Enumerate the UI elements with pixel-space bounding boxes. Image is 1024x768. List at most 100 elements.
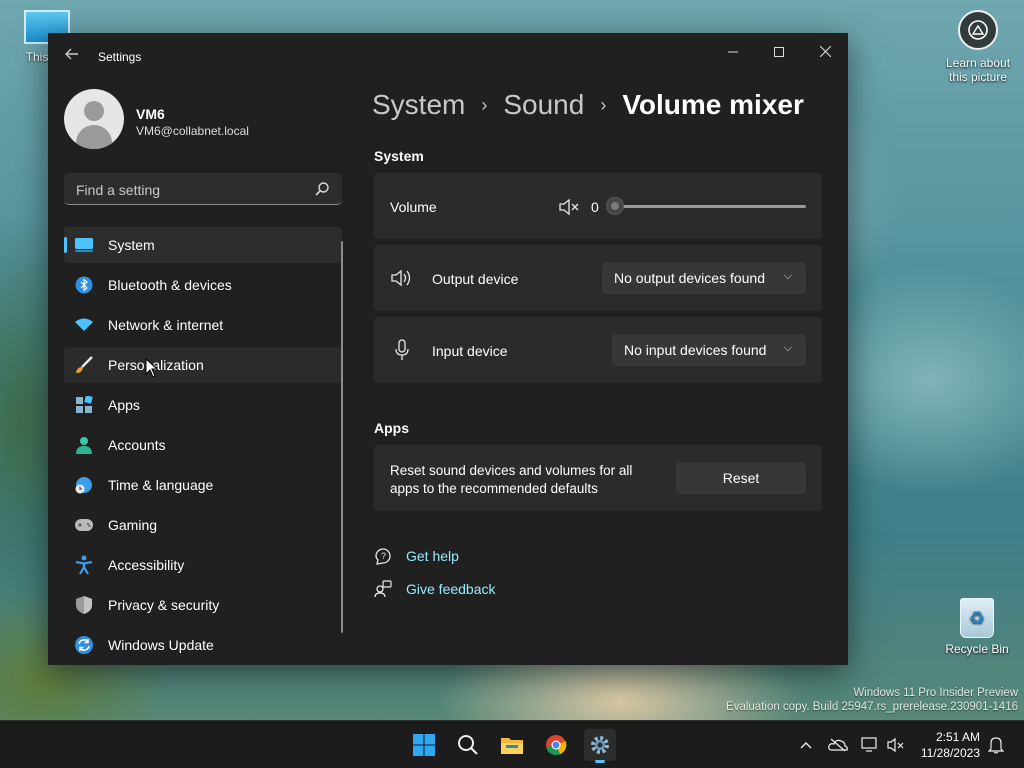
chevron-up-icon[interactable] [796, 735, 816, 755]
search-input[interactable] [74, 179, 308, 201]
chrome-button[interactable] [540, 729, 572, 761]
sidebar-item-privacy[interactable]: Privacy & security [64, 587, 342, 623]
gear-icon [591, 736, 609, 754]
sidebar-item-personalization[interactable]: Personalization [64, 347, 342, 383]
settings-window: Settings VM6 VM6@collabnet.local System … [48, 33, 848, 665]
sidebar-item-label: Apps [108, 397, 140, 413]
start-button[interactable] [408, 729, 440, 761]
minimize-icon [728, 51, 738, 53]
system-clock[interactable]: 2:51 AM 11/28/2023 [921, 729, 980, 761]
sidebar-item-apps[interactable]: Apps [64, 387, 342, 423]
minimize-button[interactable] [710, 37, 756, 67]
accounts-icon [74, 435, 94, 455]
input-device-card: Input device No input devices found ⌵ [374, 317, 822, 383]
maximize-button[interactable] [756, 37, 802, 67]
sidebar-item-time-language[interactable]: Time & language [64, 467, 342, 503]
get-help-link[interactable]: ? Get help [374, 547, 459, 565]
title-bar[interactable]: Settings [48, 33, 848, 79]
windows-logo-icon [413, 734, 435, 756]
back-arrow-icon[interactable] [62, 47, 82, 67]
chevron-down-icon: ⌵ [783, 270, 792, 282]
volume-muted-icon[interactable] [886, 735, 906, 755]
watermark-build: Evaluation copy. Build 25947.rs_prerelea… [726, 701, 1018, 713]
input-device-label: Input device [432, 343, 508, 359]
help-icon: ? [374, 547, 392, 565]
update-icon [74, 635, 94, 655]
sidebar-item-accessibility[interactable]: Accessibility [64, 547, 342, 583]
speaker-icon [390, 268, 414, 288]
reset-button[interactable]: Reset [676, 462, 806, 494]
mute-speaker-icon[interactable] [558, 197, 580, 217]
reset-description-line2: apps to the recommended defaults [390, 481, 598, 496]
breadcrumb-chevron-icon: › [600, 94, 607, 115]
sidebar-item-windows-update[interactable]: Windows Update [64, 627, 342, 663]
sidebar-item-accounts[interactable]: Accounts [64, 427, 342, 463]
avatar [64, 89, 124, 149]
output-device-card: Output device No output devices found ⌵ [374, 245, 822, 311]
input-device-dropdown[interactable]: No input devices found ⌵ [612, 334, 806, 366]
breadcrumb-sound[interactable]: Sound [503, 89, 584, 121]
system-icon [74, 235, 94, 255]
apps-icon [74, 395, 94, 415]
sidebar-item-label: Accounts [108, 437, 166, 453]
close-button[interactable] [802, 37, 848, 67]
sidebar-item-label: Network & internet [108, 317, 224, 333]
sidebar-item-bluetooth[interactable]: Bluetooth & devices [64, 267, 342, 303]
accessibility-icon [74, 555, 94, 575]
recycle-bin-desktop-icon[interactable]: ♻ Recycle Bin [942, 598, 1012, 656]
gamepad-icon [74, 515, 94, 535]
close-icon [819, 45, 831, 58]
volume-slider-track[interactable] [614, 205, 806, 208]
taskbar: 2:51 AM 11/28/2023 [0, 720, 1024, 768]
sidebar-item-gaming[interactable]: Gaming [64, 507, 342, 543]
bluetooth-icon [74, 275, 94, 295]
watermark-edition: Windows 11 Pro Insider Preview [853, 687, 1018, 699]
learn-about-picture-label: Learn about this picture [945, 56, 1011, 84]
notification-bell-icon[interactable] [986, 735, 1006, 755]
output-device-selected: No output devices found [614, 270, 765, 286]
network-icon[interactable] [860, 735, 880, 755]
camera-icon [958, 10, 998, 50]
get-help-label: Get help [406, 548, 459, 564]
settings-taskbar-button[interactable] [584, 729, 616, 763]
output-device-label: Output device [432, 271, 519, 287]
build-watermark: Windows 11 Pro Insider Preview Evaluatio… [726, 686, 1018, 714]
active-indicator [64, 237, 67, 253]
system-section-title: System [374, 148, 424, 164]
folder-icon [501, 738, 523, 754]
taskbar-search-button[interactable] [452, 729, 484, 761]
shield-icon [74, 595, 94, 615]
volume-label: Volume [390, 199, 437, 215]
search-icon [315, 182, 329, 196]
sidebar-item-label: Accessibility [108, 557, 185, 573]
feedback-icon [374, 580, 392, 598]
user-email: VM6@collabnet.local [136, 124, 249, 138]
volume-card: Volume 0 [374, 173, 822, 239]
breadcrumb-system[interactable]: System [372, 89, 465, 121]
volume-slider-thumb[interactable] [606, 197, 624, 215]
breadcrumb-chevron-icon: › [481, 94, 488, 115]
sidebar-item-system[interactable]: System [64, 227, 342, 263]
wifi-icon [74, 315, 94, 335]
file-explorer-button[interactable] [496, 729, 528, 761]
apps-section-title: Apps [374, 420, 409, 436]
sidebar-item-label: Bluetooth & devices [108, 277, 232, 293]
clock-date: 11/28/2023 [920, 746, 980, 760]
sidebar-scrollbar[interactable] [341, 241, 343, 633]
recycle-bin-icon: ♻ [960, 598, 994, 638]
learn-about-picture-desktop-icon[interactable]: Learn about this picture [938, 10, 1018, 84]
search-box[interactable] [64, 173, 342, 205]
give-feedback-link[interactable]: Give feedback [374, 580, 496, 598]
output-device-dropdown[interactable]: No output devices found ⌵ [602, 262, 806, 294]
page-title: Volume mixer [622, 89, 804, 120]
sidebar-nav: System Bluetooth & devices Network & int… [64, 227, 342, 665]
maximize-icon [774, 47, 784, 57]
mouse-cursor-icon [145, 358, 159, 378]
chevron-down-icon: ⌵ [783, 342, 792, 354]
sidebar-item-network[interactable]: Network & internet [64, 307, 342, 343]
onedrive-offline-icon[interactable] [828, 735, 848, 755]
breadcrumb: System › Sound › Volume mixer [372, 89, 804, 121]
active-app-indicator [595, 760, 605, 763]
sidebar-item-label: Privacy & security [108, 597, 220, 613]
globe-clock-icon [74, 475, 94, 495]
